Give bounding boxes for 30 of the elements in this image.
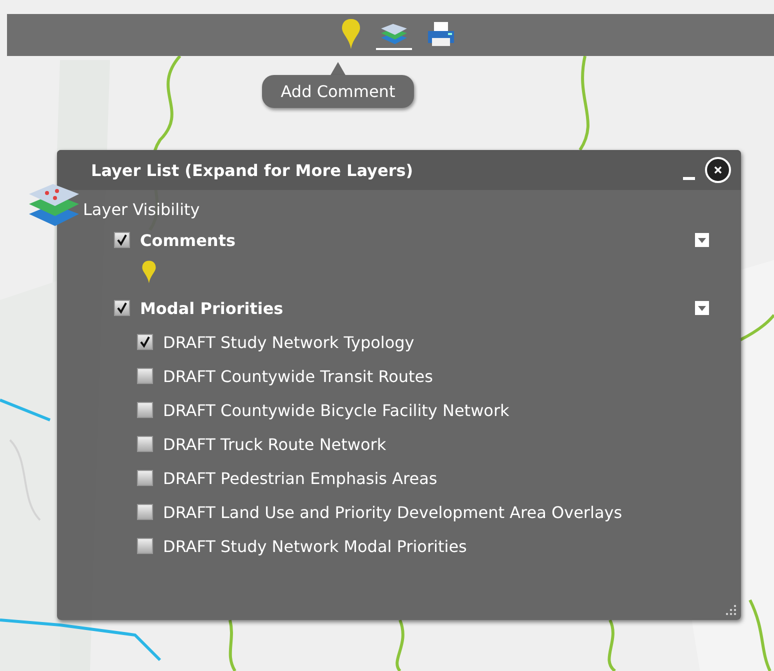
- layer-name: Comments: [140, 230, 236, 250]
- layer-name: DRAFT Truck Route Network: [163, 434, 386, 454]
- minimize-button[interactable]: [683, 176, 695, 180]
- layer-visibility-label: Layer Visibility: [83, 200, 201, 219]
- caret-icon: [697, 235, 707, 245]
- checkbox[interactable]: [137, 504, 153, 520]
- checkbox[interactable]: [114, 300, 130, 316]
- layer-name: DRAFT Study Network Modal Priorities: [163, 536, 467, 556]
- layer-name: DRAFT Study Network Typology: [163, 332, 414, 352]
- checkbox[interactable]: [137, 538, 153, 554]
- checkbox[interactable]: [137, 368, 153, 384]
- caret-icon: [697, 303, 707, 313]
- close-button[interactable]: [705, 157, 731, 183]
- resize-grip-icon[interactable]: [725, 604, 737, 616]
- tooltip: Add Comment: [262, 75, 414, 108]
- dropdown-button[interactable]: [695, 233, 709, 247]
- checkbox[interactable]: [137, 436, 153, 452]
- layer-name: Modal Priorities: [140, 298, 284, 318]
- layer-name: DRAFT Countywide Transit Routes: [163, 366, 433, 386]
- checkbox[interactable]: [137, 334, 153, 350]
- layer-name: DRAFT Pedestrian Emphasis Areas: [163, 468, 438, 488]
- close-icon: [712, 164, 724, 176]
- checkbox[interactable]: [137, 470, 153, 486]
- checkbox[interactable]: [137, 402, 153, 418]
- layer-name: DRAFT Countywide Bicycle Facility Network: [163, 400, 510, 420]
- layer-name: DRAFT Land Use and Priority Development Area Overlays: [163, 502, 622, 522]
- panel-title: Layer List (Expand for More Layers): [91, 160, 414, 180]
- dropdown-button[interactable]: [695, 301, 709, 315]
- pin-icon: [141, 260, 157, 284]
- checkbox[interactable]: [114, 232, 130, 248]
